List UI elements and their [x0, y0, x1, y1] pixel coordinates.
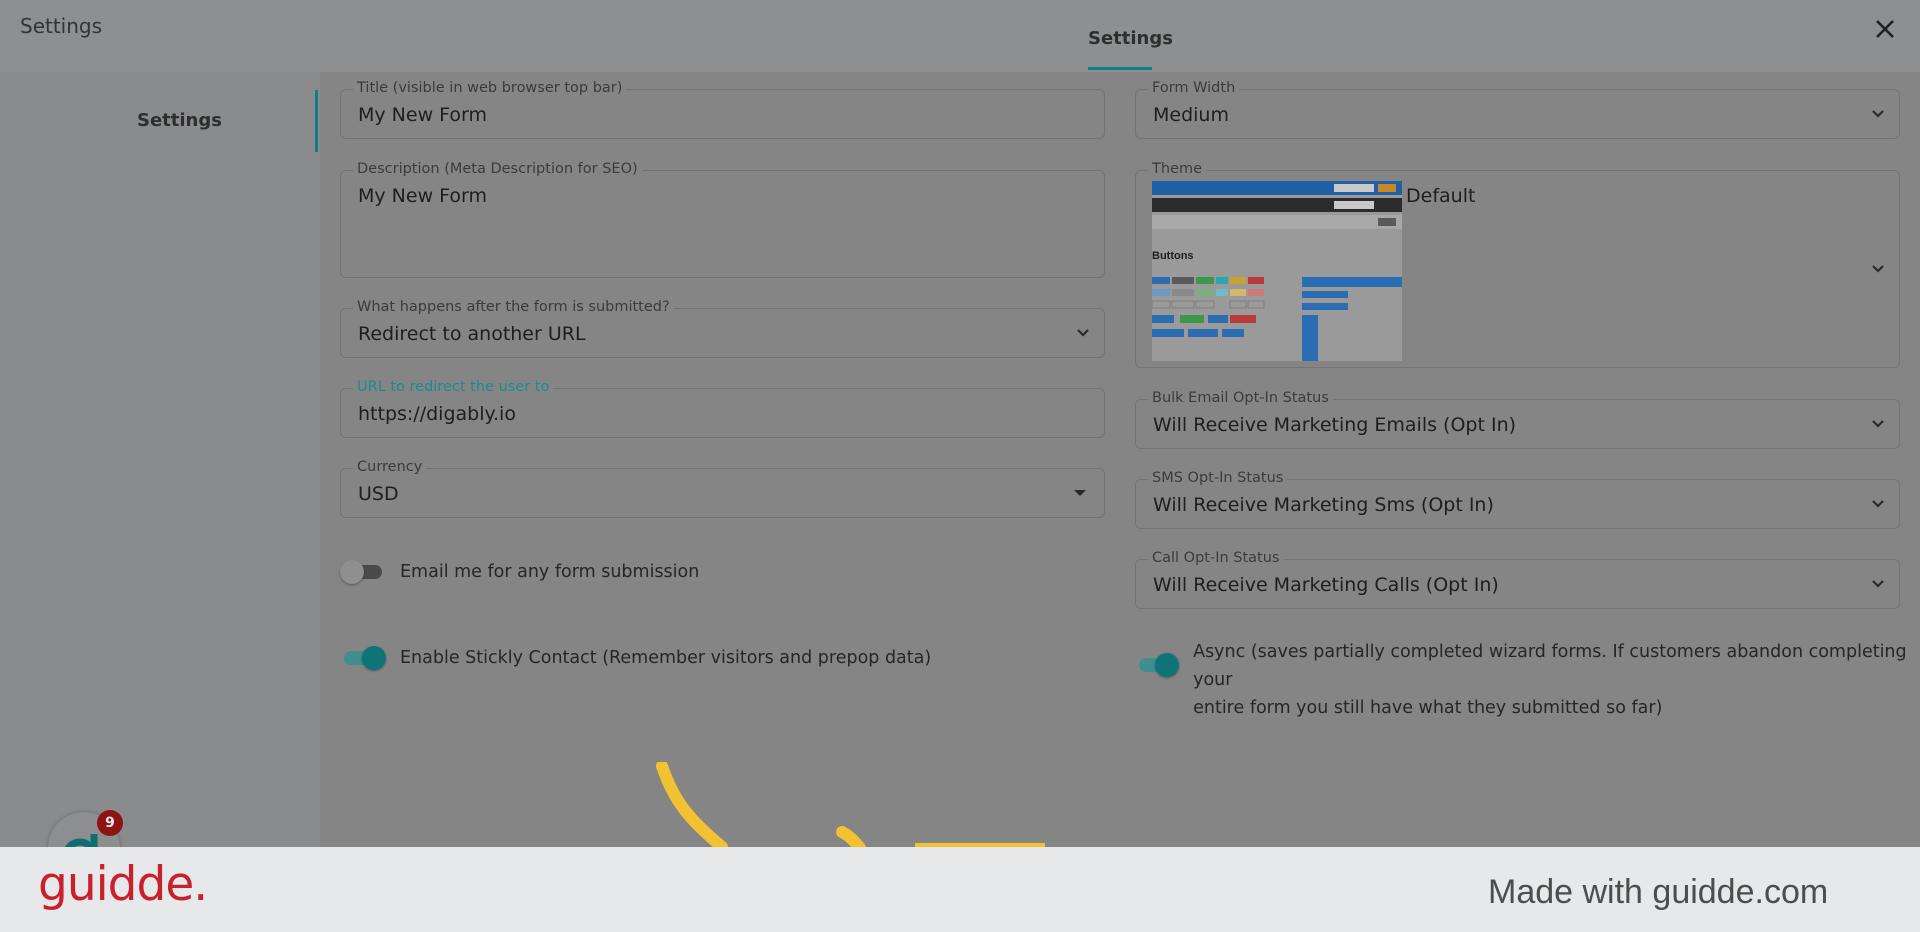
chevron-down-icon — [1872, 500, 1884, 508]
form-width-value: Medium — [1153, 104, 1229, 126]
currency-value: USD — [358, 483, 399, 505]
sidebar: Settings — [0, 72, 318, 847]
sidebar-item-settings[interactable]: Settings — [0, 90, 318, 152]
tab-settings[interactable]: Settings — [1088, 28, 1173, 49]
form-width-label: Form Width — [1148, 80, 1240, 96]
redirect-url-value: https://digably.io — [358, 403, 516, 425]
title-field-label: Title (visible in web browser top bar) — [353, 80, 627, 96]
sms-optin-value: Will Receive Marketing Sms (Opt In) — [1153, 494, 1494, 516]
notification-badge: 9 — [97, 810, 123, 836]
theme-preview-heading: Buttons — [1152, 250, 1194, 262]
async-label-line2: entire form you still have what they sub… — [1193, 698, 1663, 718]
currency-label: Currency — [353, 459, 427, 475]
close-button[interactable] — [1870, 14, 1900, 44]
chevron-down-icon — [1872, 420, 1884, 428]
dialog-header: Settings Settings — [0, 0, 1920, 72]
after-submit-value: Redirect to another URL — [358, 323, 586, 345]
chevron-down-icon — [1872, 580, 1884, 588]
title-field[interactable]: Title (visible in web browser top bar) M… — [340, 80, 1105, 139]
sticky-contact-row: Enable Stickly Contact (Remember visitor… — [340, 644, 931, 672]
theme-value: Default — [1406, 185, 1476, 207]
bulk-email-optin-value: Will Receive Marketing Emails (Opt In) — [1153, 414, 1517, 436]
sticky-contact-toggle[interactable] — [340, 645, 386, 671]
description-field[interactable]: Description (Meta Description for SEO) M… — [340, 161, 1105, 278]
close-icon — [1876, 20, 1894, 38]
sidebar-item-label: Settings — [137, 110, 222, 131]
after-submit-select[interactable]: What happens after the form is submitted… — [340, 299, 1105, 358]
email-notification-row: Email me for any form submission — [340, 558, 699, 586]
theme-label: Theme — [1148, 161, 1207, 177]
settings-panel: Title (visible in web browser top bar) M… — [320, 72, 1920, 852]
after-submit-label: What happens after the form is submitted… — [353, 299, 674, 315]
active-tab-indicator — [1088, 67, 1152, 70]
guidde-logo: guidde. — [38, 857, 208, 912]
call-optin-label: Call Opt-In Status — [1148, 550, 1284, 566]
footer-bar: guidde. Made with guidde.com — [0, 847, 1920, 932]
async-row: Async (saves partially completed wizard … — [1135, 638, 1920, 722]
made-with-text: Made with guidde.com — [1488, 873, 1829, 911]
call-optin-select[interactable]: Call Opt-In Status Will Receive Marketin… — [1135, 550, 1900, 609]
sms-optin-select[interactable]: SMS Opt-In Status Will Receive Marketing… — [1135, 470, 1900, 529]
chevron-down-icon — [1872, 110, 1884, 118]
title-field-value: My New Form — [358, 104, 488, 126]
description-field-label: Description (Meta Description for SEO) — [353, 161, 642, 177]
redirect-url-label: URL to redirect the user to — [353, 379, 554, 395]
form-width-select[interactable]: Form Width Medium — [1135, 80, 1900, 139]
async-label: Async (saves partially completed wizard … — [1193, 638, 1920, 722]
email-notification-label: Email me for any form submission — [400, 562, 700, 582]
chevron-down-icon — [1077, 329, 1089, 337]
call-optin-value: Will Receive Marketing Calls (Opt In) — [1153, 574, 1499, 596]
currency-select[interactable]: Currency USD — [340, 459, 1105, 518]
bulk-email-optin-label: Bulk Email Opt-In Status — [1148, 390, 1333, 406]
redirect-url-field[interactable]: URL to redirect the user to https://diga… — [340, 379, 1105, 438]
email-notification-toggle[interactable] — [340, 559, 386, 585]
async-toggle[interactable] — [1135, 652, 1180, 678]
async-label-line1: Async (saves partially completed wizard … — [1193, 642, 1907, 690]
theme-select[interactable]: Theme Buttons Default — [1135, 161, 1900, 368]
sticky-contact-label: Enable Stickly Contact (Remember visitor… — [400, 648, 932, 668]
bulk-email-optin-select[interactable]: Bulk Email Opt-In Status Will Receive Ma… — [1135, 390, 1900, 449]
annotation-arrow — [656, 762, 1045, 852]
dialog-title: Settings — [20, 14, 103, 38]
chevron-down-icon — [1872, 265, 1884, 273]
caret-down-icon — [1074, 490, 1086, 496]
sms-optin-label: SMS Opt-In Status — [1148, 470, 1288, 486]
theme-preview-image: Buttons — [1152, 181, 1402, 361]
description-field-value: My New Form — [358, 185, 488, 207]
